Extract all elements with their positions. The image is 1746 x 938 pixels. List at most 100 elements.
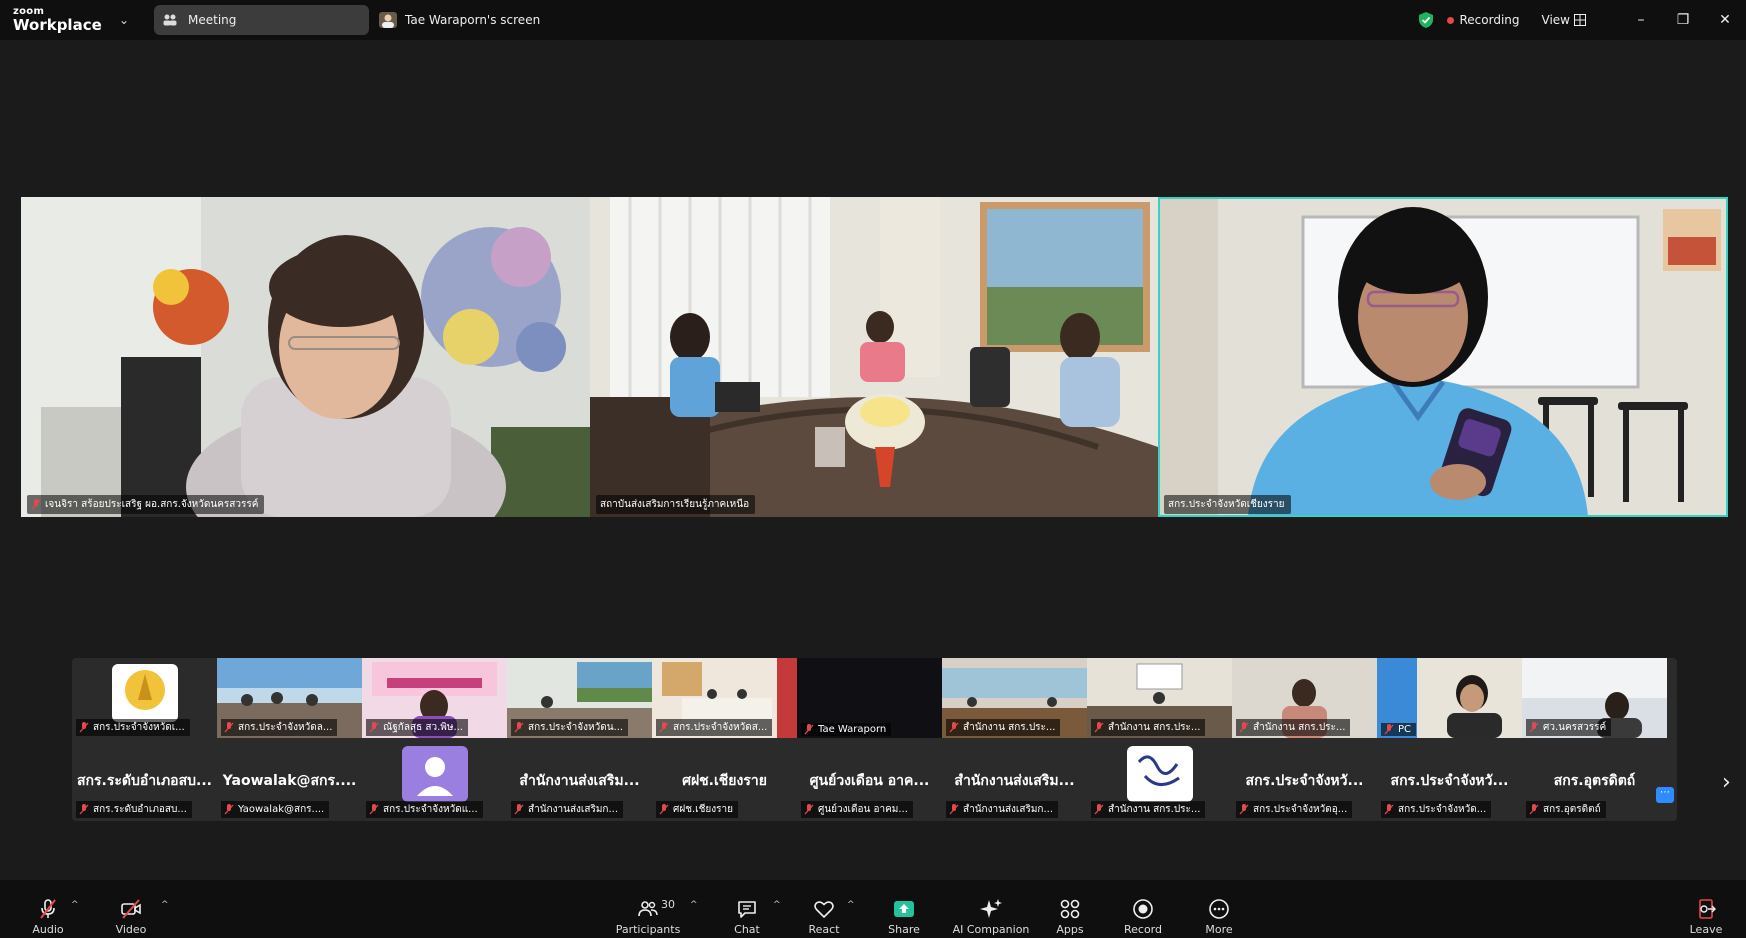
share-button[interactable]: Share bbox=[884, 880, 924, 938]
mic-muted-icon bbox=[1239, 804, 1249, 815]
mic-muted-icon bbox=[514, 804, 524, 815]
video-off-icon bbox=[121, 899, 141, 919]
chevron-up-icon[interactable]: ^ bbox=[690, 900, 698, 910]
tile-display-name: ศฝช.เชียงราย bbox=[682, 773, 767, 789]
gallery-tile[interactable]: สกร.ประจำจังหวัดส... bbox=[652, 658, 797, 738]
mic-muted-icon bbox=[1239, 722, 1249, 733]
mic-muted-icon bbox=[40, 899, 56, 919]
gallery-tile[interactable]: สกร.ประจำจังหวั... สกร.ประจำจังหวัดอุ... bbox=[1232, 740, 1377, 820]
chevron-down-icon[interactable]: ⌄ bbox=[119, 13, 139, 27]
audio-label: Audio bbox=[32, 923, 64, 936]
restore-button[interactable]: ❐ bbox=[1662, 0, 1704, 40]
gallery-tile[interactable]: Yaowalak@สกร.... Yaowalak@สกร.... bbox=[217, 740, 362, 820]
view-button[interactable]: View bbox=[1542, 13, 1570, 27]
gallery-tile[interactable]: ณัฐกัลสุธ สว.พิษ... bbox=[362, 658, 507, 738]
tile-label: สกร.ประจำจังหวัดส... bbox=[656, 719, 773, 736]
gallery-tile[interactable]: ศฝช.เชียงราย ศฝช.เชียงราย bbox=[652, 740, 797, 820]
mic-muted-icon bbox=[79, 804, 89, 815]
chevron-up-icon[interactable]: ^ bbox=[847, 900, 855, 910]
gallery-tile[interactable]: สกร.ประจำจังหวัดล... bbox=[217, 658, 362, 738]
gallery-tile[interactable]: สำนักงานส่งเสริม... สำนักงานส่งเสริมก... bbox=[507, 740, 652, 820]
gallery-tile[interactable]: ศว.นครสวรรค์ bbox=[1522, 658, 1667, 738]
minimize-button[interactable]: – bbox=[1620, 0, 1662, 40]
mic-muted-icon bbox=[1094, 722, 1104, 733]
tile-name: สกร.ประจำจังหวัดเ... bbox=[93, 722, 185, 733]
tile-name: ศฝช.เชียงราย bbox=[673, 804, 733, 815]
tab-shared-screen-label: Tae Waraporn's screen bbox=[405, 13, 541, 27]
gallery-tile[interactable]: สกร.ประจำจังหวัดเ... bbox=[72, 658, 217, 738]
chevron-up-icon[interactable]: ^ bbox=[71, 900, 79, 910]
minimize-icon: – bbox=[1637, 12, 1645, 28]
apps-label: Apps bbox=[1056, 923, 1084, 936]
participant-name: สกร.ประจำจังหวัดเชียงราย bbox=[1168, 499, 1285, 510]
tile-name: สกร.อุตรดิตถ์ bbox=[1543, 804, 1601, 815]
gallery-tile[interactable]: สกร.ประจำจังหวัดน... bbox=[507, 658, 652, 738]
chat-icon bbox=[738, 901, 756, 918]
gallery-tile[interactable]: สำนักงาน สกร.ประ... bbox=[1087, 658, 1232, 738]
title-bar: zoom Workplace ⌄ Meeting Tae Waraporn's … bbox=[0, 0, 1746, 40]
zoom-workplace-logo: zoom Workplace bbox=[13, 7, 102, 33]
tab-shared-screen[interactable]: Tae Waraporn's screen bbox=[379, 12, 540, 28]
gallery-tile[interactable]: สำนักงาน สกร.ประ... bbox=[1232, 658, 1377, 738]
chevron-up-icon[interactable]: ^ bbox=[773, 900, 781, 910]
video-tile-3-active-speaker[interactable]: สกร.ประจำจังหวัดเชียงราย bbox=[1158, 197, 1728, 517]
react-button[interactable]: React bbox=[804, 880, 844, 938]
gallery-tile[interactable]: ศูนย์วงเดือน อาค... ศูนย์วงเดือน อาคม... bbox=[797, 740, 942, 820]
tile-label: ศูนย์วงเดือน อาคม... bbox=[801, 801, 913, 818]
gallery-tile[interactable]: สกร.อุตรดิตถ์ สกร.อุตรดิตถ์ bbox=[1522, 740, 1667, 820]
gallery-tile[interactable]: Tae Waraporn bbox=[797, 658, 942, 738]
participant-label: เจนจิรา สร้อยประเสริฐ ผอ.สกร.จังหวัดนครส… bbox=[27, 495, 265, 514]
video-tile-2[interactable]: สถาบันส่งเสริมการเรียนรู้ภาคเหนือ bbox=[590, 197, 1158, 517]
chevron-right-icon[interactable]: › bbox=[1722, 770, 1731, 795]
tile-display-name: สกร.ประจำจังหวั... bbox=[1245, 773, 1364, 789]
apps-button[interactable]: Apps bbox=[1050, 880, 1090, 938]
gallery-tile[interactable]: สำนักงาน สกร.ประ... bbox=[942, 658, 1087, 738]
tile-label: สกร.ประจำจังหวัดอุ... bbox=[1236, 801, 1353, 818]
video-button[interactable]: Video bbox=[111, 880, 151, 938]
tab-meeting[interactable]: Meeting bbox=[154, 5, 369, 35]
tile-name: Yaowalak@สกร.... bbox=[238, 804, 325, 815]
chevron-up-icon[interactable]: ^ bbox=[161, 900, 169, 910]
gallery-tile[interactable]: สำนักงานส่งเสริม... สำนักงานส่งเสริมก... bbox=[942, 740, 1087, 820]
record-button[interactable]: Record bbox=[1123, 880, 1163, 938]
tile-label: ศว.นครสวรรค์ bbox=[1526, 719, 1612, 736]
chat-button[interactable]: Chat bbox=[727, 880, 767, 938]
grid-view-icon[interactable] bbox=[1574, 14, 1586, 26]
tile-display-name: สกร.ประจำจังหวั... bbox=[1390, 773, 1509, 789]
tile-label: สกร.ประจำจังหวัดแ... bbox=[366, 801, 483, 818]
audio-button[interactable]: Audio bbox=[28, 880, 68, 938]
gallery-tile[interactable]: สกร.ประจำจังหวัดแ... bbox=[362, 740, 507, 820]
tile-name: PC bbox=[1398, 724, 1412, 735]
more-options-icon[interactable]: ⋯ bbox=[1656, 787, 1674, 803]
video-label: Video bbox=[115, 923, 147, 936]
more-button[interactable]: More bbox=[1199, 880, 1239, 938]
tile-label: สกร.ประจำจังหวัดเ... bbox=[76, 719, 190, 736]
tile-name: สกร.ประจำจังหวัดส... bbox=[673, 722, 768, 733]
leave-button[interactable]: Leave bbox=[1686, 880, 1726, 938]
shield-check-icon[interactable] bbox=[1417, 11, 1435, 29]
tile-label: ณัฐกัลสุธ สว.พิษ... bbox=[366, 719, 468, 736]
gallery-tile[interactable]: สกร.ระดับอำเภอสบ... สกร.ระดับอำเภอสบ... bbox=[72, 740, 217, 820]
share-screen-icon bbox=[894, 901, 914, 917]
ai-companion-button[interactable]: AI Companion bbox=[952, 880, 1030, 938]
close-button[interactable]: ✕ bbox=[1704, 0, 1746, 40]
tab-meeting-label: Meeting bbox=[188, 13, 237, 27]
tile-display-name: สำนักงานส่งเสริม... bbox=[519, 773, 640, 789]
mic-muted-icon bbox=[1529, 722, 1539, 733]
participant-label: สถาบันส่งเสริมการเรียนรู้ภาคเหนือ bbox=[596, 495, 756, 514]
gallery-tile[interactable]: PC bbox=[1377, 658, 1522, 738]
zoom-app-window: zoom Workplace ⌄ Meeting Tae Waraporn's … bbox=[0, 0, 1746, 938]
apps-icon bbox=[1060, 899, 1080, 919]
tile-display-name: Yaowalak@สกร.... bbox=[222, 773, 357, 789]
video-feed-1 bbox=[21, 197, 590, 517]
recording-dot bbox=[1447, 16, 1455, 24]
gallery-tile[interactable]: สำนักงาน สกร.ประ... bbox=[1087, 740, 1232, 820]
tile-name: สำนักงาน สกร.ประ... bbox=[1253, 722, 1346, 733]
video-tile-1[interactable]: เจนจิรา สร้อยประเสริฐ ผอ.สกร.จังหวัดนครส… bbox=[21, 197, 590, 517]
record-label: Record bbox=[1123, 923, 1162, 936]
recording-indicator[interactable]: Recording bbox=[1459, 13, 1519, 27]
gallery-tile[interactable]: สกร.ประจำจังหวั... สกร.ประจำจังหวัด... bbox=[1377, 740, 1522, 820]
mic-muted-icon bbox=[1384, 804, 1394, 815]
tile-name: สำนักงาน สกร.ประ... bbox=[1108, 722, 1201, 733]
video-feed-3 bbox=[1158, 197, 1728, 517]
